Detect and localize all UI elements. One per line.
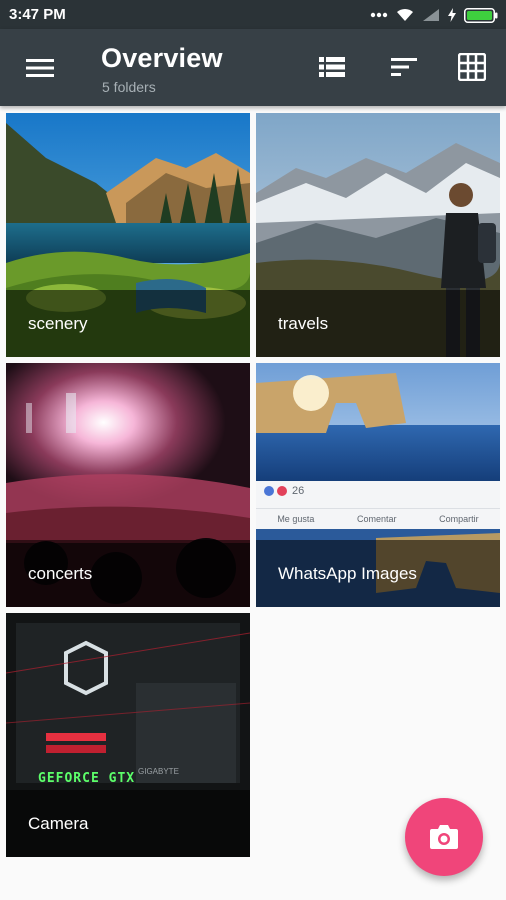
folder-name: travels: [278, 314, 329, 333]
sort-icon: [391, 58, 417, 76]
wifi-icon: [397, 8, 413, 21]
gpu-text: GEFORCE GTX: [38, 771, 136, 786]
facebook-actions: Me gusta Comentar Compartir: [256, 509, 500, 529]
reaction-count: 26: [292, 485, 305, 497]
app-bar: Overview 5 folders: [0, 29, 506, 106]
like-action: Me gusta: [277, 514, 315, 524]
status-icons: [370, 6, 498, 24]
hamburger-menu-icon: [26, 59, 54, 77]
like-reaction-icon: [264, 486, 274, 496]
folder-name: WhatsApp Images: [278, 564, 417, 583]
facebook-reactions: 26: [264, 485, 304, 497]
camera-fab-button[interactable]: [405, 798, 483, 876]
list-view-icon: [319, 57, 345, 77]
folder-name: concerts: [28, 564, 93, 583]
charging-icon: [448, 8, 456, 22]
folder-name: scenery: [28, 314, 88, 333]
status-bar: 3:47 PM: [0, 0, 506, 29]
sort-button[interactable]: [384, 49, 424, 85]
cell-signal-icon: [423, 9, 439, 21]
comment-action: Comentar: [356, 514, 397, 524]
battery-icon: [464, 7, 498, 23]
folder-tile-scenery[interactable]: scenery: [6, 113, 250, 357]
folder-name: Camera: [28, 814, 89, 833]
share-action: Compartir: [439, 514, 479, 524]
folder-count: 5 folders: [102, 79, 156, 95]
camera-icon: [430, 825, 458, 849]
folder-tile-whatsapp-images[interactable]: 26 Me gusta Comentar Compartir WhatsApp …: [256, 363, 500, 607]
folder-tile-concerts[interactable]: concerts: [6, 363, 250, 607]
status-time: 3:47 PM: [9, 6, 66, 23]
page-title: Overview: [101, 43, 223, 73]
list-view-button[interactable]: [312, 49, 352, 85]
grid-view-button[interactable]: [452, 49, 492, 85]
brand-text: GIGABYTE: [138, 767, 179, 776]
folder-tile-travels[interactable]: travels: [256, 113, 500, 357]
more-dots-icon: [370, 12, 388, 18]
folder-tile-camera[interactable]: GEFORCE GTX GIGABYTE Camera: [6, 613, 250, 857]
love-reaction-icon: [277, 486, 287, 496]
grid-view-icon: [458, 53, 486, 81]
menu-button[interactable]: [20, 53, 60, 83]
